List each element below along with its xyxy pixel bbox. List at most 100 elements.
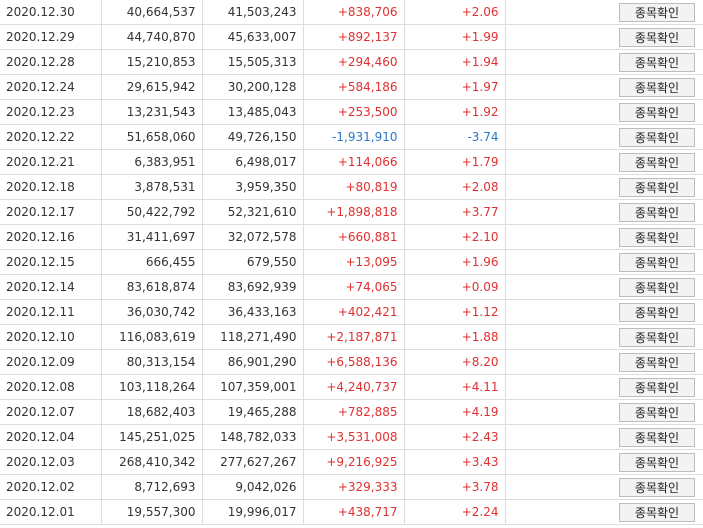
check-stock-button[interactable]: 종목확인	[619, 27, 695, 47]
value-cell-2: 3,959,350	[202, 174, 304, 200]
table-row: 2020.12.22 51,658,060 49,726,150 -1,931,…	[0, 124, 703, 150]
check-stock-button[interactable]: 종목확인	[619, 402, 695, 422]
change-cell: +9,216,925	[303, 449, 405, 475]
action-cell: 종목확인	[505, 99, 703, 125]
change-percent-cell: +4.11	[404, 374, 506, 400]
date-cell: 2020.12.30	[0, 0, 102, 25]
check-stock-button[interactable]: 종목확인	[619, 177, 695, 197]
action-cell: 종목확인	[505, 424, 703, 450]
check-stock-button[interactable]: 종목확인	[619, 277, 695, 297]
value-cell-2: 679,550	[202, 249, 304, 275]
check-stock-button[interactable]: 종목확인	[619, 352, 695, 372]
value-cell-2: 107,359,001	[202, 374, 304, 400]
value-cell-2: 45,633,007	[202, 24, 304, 50]
check-stock-button[interactable]: 종목확인	[619, 127, 695, 147]
check-stock-button[interactable]: 종목확인	[619, 252, 695, 272]
value-cell-1: 8,712,693	[101, 474, 203, 500]
date-cell: 2020.12.14	[0, 274, 102, 300]
value-cell-2: 83,692,939	[202, 274, 304, 300]
value-cell-1: 15,210,853	[101, 49, 203, 75]
action-cell: 종목확인	[505, 74, 703, 100]
change-percent-cell: +2.24	[404, 499, 506, 525]
action-cell: 종목확인	[505, 274, 703, 300]
action-cell: 종목확인	[505, 174, 703, 200]
change-percent-cell: +2.06	[404, 0, 506, 25]
action-cell: 종목확인	[505, 399, 703, 425]
value-cell-1: 40,664,537	[101, 0, 203, 25]
change-percent-cell: +2.43	[404, 424, 506, 450]
check-stock-button[interactable]: 종목확인	[619, 2, 695, 22]
change-percent-cell: +3.43	[404, 449, 506, 475]
value-cell-2: 86,901,290	[202, 349, 304, 375]
action-cell: 종목확인	[505, 349, 703, 375]
change-cell: +114,066	[303, 149, 405, 175]
table-row: 2020.12.29 44,740,870 45,633,007 +892,13…	[0, 24, 703, 50]
date-cell: 2020.12.04	[0, 424, 102, 450]
value-cell-1: 268,410,342	[101, 449, 203, 475]
check-stock-button[interactable]: 종목확인	[619, 227, 695, 247]
check-stock-button[interactable]: 종목확인	[619, 452, 695, 472]
check-stock-button[interactable]: 종목확인	[619, 302, 695, 322]
change-cell: +1,898,818	[303, 199, 405, 225]
table-row: 2020.12.16 31,411,697 32,072,578 +660,88…	[0, 224, 703, 250]
action-cell: 종목확인	[505, 24, 703, 50]
action-cell: 종목확인	[505, 124, 703, 150]
table-row: 2020.12.15 666,455 679,550 +13,095 +1.96…	[0, 249, 703, 275]
table-row: 2020.12.30 40,664,537 41,503,243 +838,70…	[0, 0, 703, 25]
check-stock-button[interactable]: 종목확인	[619, 377, 695, 397]
value-cell-1: 51,658,060	[101, 124, 203, 150]
change-percent-cell: +2.10	[404, 224, 506, 250]
date-cell: 2020.12.03	[0, 449, 102, 475]
table-row: 2020.12.01 19,557,300 19,996,017 +438,71…	[0, 499, 703, 525]
action-cell: 종목확인	[505, 224, 703, 250]
table-row: 2020.12.21 6,383,951 6,498,017 +114,066 …	[0, 149, 703, 175]
check-stock-button[interactable]: 종목확인	[619, 52, 695, 72]
table-row: 2020.12.10 116,083,619 118,271,490 +2,18…	[0, 324, 703, 350]
daily-data-table: 2020.12.30 40,664,537 41,503,243 +838,70…	[0, 0, 703, 525]
change-percent-cell: +1.94	[404, 49, 506, 75]
check-stock-button[interactable]: 종목확인	[619, 427, 695, 447]
value-cell-1: 36,030,742	[101, 299, 203, 325]
check-stock-button[interactable]: 종목확인	[619, 502, 695, 522]
date-cell: 2020.12.17	[0, 199, 102, 225]
change-percent-cell: +1.88	[404, 324, 506, 350]
table-row: 2020.12.09 80,313,154 86,901,290 +6,588,…	[0, 349, 703, 375]
check-stock-button[interactable]: 종목확인	[619, 327, 695, 347]
action-cell: 종목확인	[505, 299, 703, 325]
change-percent-cell: -3.74	[404, 124, 506, 150]
table-row: 2020.12.02 8,712,693 9,042,026 +329,333 …	[0, 474, 703, 500]
check-stock-button[interactable]: 종목확인	[619, 77, 695, 97]
value-cell-2: 6,498,017	[202, 149, 304, 175]
value-cell-1: 19,557,300	[101, 499, 203, 525]
change-cell: +294,460	[303, 49, 405, 75]
change-percent-cell: +1.97	[404, 74, 506, 100]
change-cell: +660,881	[303, 224, 405, 250]
change-cell: +6,588,136	[303, 349, 405, 375]
change-cell: +782,885	[303, 399, 405, 425]
value-cell-2: 52,321,610	[202, 199, 304, 225]
change-percent-cell: +8.20	[404, 349, 506, 375]
check-stock-button[interactable]: 종목확인	[619, 152, 695, 172]
check-stock-button[interactable]: 종목확인	[619, 477, 695, 497]
value-cell-2: 41,503,243	[202, 0, 304, 25]
date-cell: 2020.12.07	[0, 399, 102, 425]
table-row: 2020.12.14 83,618,874 83,692,939 +74,065…	[0, 274, 703, 300]
change-cell: -1,931,910	[303, 124, 405, 150]
value-cell-1: 83,618,874	[101, 274, 203, 300]
value-cell-1: 31,411,697	[101, 224, 203, 250]
date-cell: 2020.12.09	[0, 349, 102, 375]
change-cell: +3,531,008	[303, 424, 405, 450]
table-row: 2020.12.23 13,231,543 13,485,043 +253,50…	[0, 99, 703, 125]
value-cell-1: 50,422,792	[101, 199, 203, 225]
date-cell: 2020.12.02	[0, 474, 102, 500]
value-cell-1: 18,682,403	[101, 399, 203, 425]
change-cell: +584,186	[303, 74, 405, 100]
date-cell: 2020.12.10	[0, 324, 102, 350]
check-stock-button[interactable]: 종목확인	[619, 102, 695, 122]
change-cell: +329,333	[303, 474, 405, 500]
check-stock-button[interactable]: 종목확인	[619, 202, 695, 222]
action-cell: 종목확인	[505, 324, 703, 350]
change-cell: +80,819	[303, 174, 405, 200]
value-cell-1: 13,231,543	[101, 99, 203, 125]
date-cell: 2020.12.08	[0, 374, 102, 400]
